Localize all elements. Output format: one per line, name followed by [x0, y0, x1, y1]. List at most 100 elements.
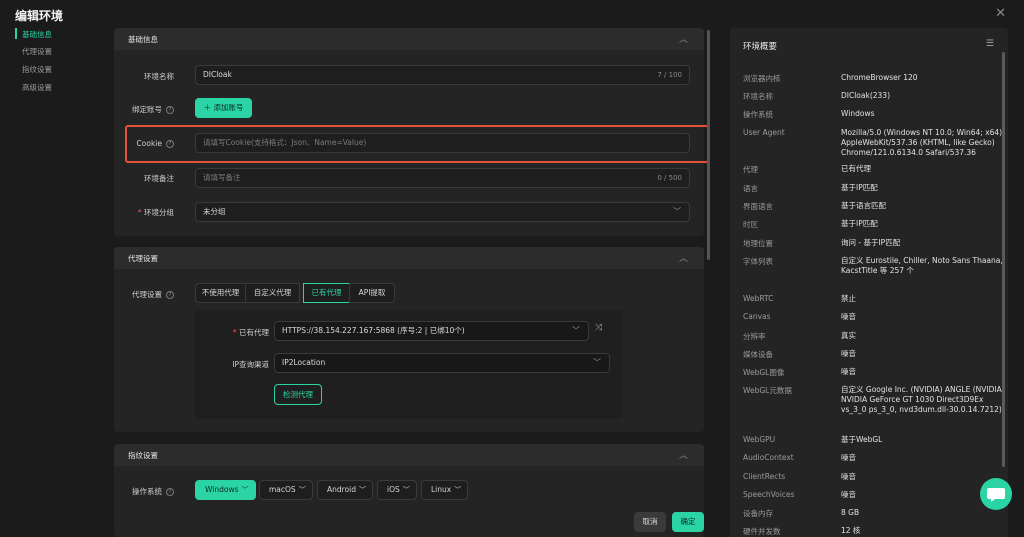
summary-key: AudioContext	[743, 453, 794, 462]
tab-existing-proxy[interactable]: 已有代理	[303, 283, 350, 303]
environment-summary-panel: 环境概要 ☰ 浏览器内核 ChromeBrowser 120 环境名称 DICloak…	[730, 28, 1008, 537]
summary-value: 噪音	[841, 312, 856, 321]
summary-value: 基于IP匹配	[841, 219, 878, 228]
env-name-input[interactable]: DICloak 7 / 100	[195, 65, 690, 85]
chevron-down-icon: ﹀	[572, 326, 580, 335]
summary-key: 语言	[743, 184, 758, 193]
cookie-input[interactable]: 请填写Cookie(支持格式：Json、Name=Value)	[195, 133, 690, 153]
chevron-down-icon: ﹀	[241, 486, 249, 494]
chevron-down-icon: ﹀	[298, 486, 306, 494]
summary-value: 真实	[841, 331, 856, 340]
sidenav-item-fingerprint[interactable]: 指纹设置	[22, 64, 52, 75]
tab-api-extract[interactable]: API提取	[349, 283, 395, 303]
summary-value: 噪音	[841, 367, 856, 376]
summary-value: 基于IP匹配	[841, 183, 878, 192]
group-label-text: 环境分组	[144, 208, 174, 217]
check-proxy-button[interactable]: 检测代理	[274, 384, 322, 405]
chat-support-button[interactable]	[980, 478, 1012, 510]
summary-scrollbar[interactable]	[1002, 52, 1005, 467]
summary-key: ClientRects	[743, 472, 786, 481]
os-label-text: 操作系统	[132, 487, 162, 496]
fingerprint-header[interactable]: 指纹设置 ︿	[114, 444, 704, 466]
summary-key: WebGL图像	[743, 368, 785, 377]
proxy-header[interactable]: 代理设置 ︿	[114, 247, 704, 269]
chevron-down-icon: ﹀	[402, 486, 410, 494]
summary-key: 硬件并发数	[743, 527, 781, 536]
os-option-label: Android	[327, 485, 356, 494]
list-icon[interactable]: ☰	[986, 39, 994, 49]
summary-key: 代理	[743, 165, 758, 174]
proxy-title: 代理设置	[128, 254, 158, 263]
summary-value: 12 核	[841, 526, 861, 535]
shuffle-icon[interactable]: ⤨	[595, 323, 602, 333]
help-icon[interactable]: ?	[166, 488, 174, 496]
os-option-label: macOS	[269, 485, 296, 494]
os-options: Windows ﹀ macOS ﹀ Android ﹀ iOS ﹀ Linux ﹀	[195, 480, 475, 500]
summary-key: 分辨率	[743, 332, 766, 341]
summary-key: 地理位置	[743, 239, 773, 248]
help-icon[interactable]: ?	[166, 291, 174, 299]
cookie-label: Cookie?	[104, 139, 174, 148]
basic-info-section: 基础信息 ︿ 环境名称 DICloak 7 / 100 绑定账号? ＋ 添加账号…	[114, 28, 709, 236]
add-account-button[interactable]: ＋ 添加账号	[195, 98, 252, 118]
summary-value: Mozilla/5.0 (Windows NT 10.0; Win64; x64…	[841, 128, 1003, 157]
summary-key: WebGPU	[743, 435, 776, 444]
os-option-ios[interactable]: iOS ﹀	[377, 480, 417, 500]
summary-value: 自定义 Eurostile, Chiller, Noto Sans Thaana…	[841, 256, 1003, 275]
help-icon[interactable]: ?	[166, 140, 174, 148]
summary-key: 字体列表	[743, 257, 773, 266]
ip-channel-label: IP查询渠道	[232, 360, 269, 369]
cookie-placeholder: 请填写Cookie(支持格式：Json、Name=Value)	[203, 138, 367, 147]
close-icon[interactable]: ✕	[995, 6, 1006, 21]
proxy-setting-label: 代理设置?	[104, 289, 174, 300]
basic-info-title: 基础信息	[128, 35, 158, 44]
tab-no-proxy[interactable]: 不使用代理	[195, 283, 246, 303]
os-option-android[interactable]: Android ﹀	[317, 480, 373, 500]
group-select[interactable]: 未分组 ﹀	[195, 202, 690, 222]
ip-channel-select[interactable]: IP2Location ﹀	[274, 353, 610, 373]
chevron-down-icon: ﹀	[673, 207, 681, 216]
summary-key: 操作系统	[743, 110, 773, 119]
os-option-windows[interactable]: Windows ﹀	[195, 480, 256, 500]
group-value: 未分组	[203, 207, 226, 216]
cancel-button[interactable]: 取消	[634, 512, 666, 532]
fingerprint-section: 指纹设置 ︿ 操作系统? Windows ﹀ macOS ﹀ Android ﹀ iO…	[114, 444, 704, 537]
summary-key: 界面语言	[743, 202, 773, 211]
summary-key: User Agent	[743, 128, 785, 137]
existing-proxy-select[interactable]: HTTPS://38.154.227.167:5868 (序号:2 | 已绑10…	[274, 321, 589, 341]
chevron-down-icon: ﹀	[359, 486, 366, 494]
fingerprint-title: 指纹设置	[128, 451, 158, 460]
help-icon[interactable]: ?	[166, 106, 174, 114]
tab-custom-proxy[interactable]: 自定义代理	[245, 283, 300, 303]
ip-channel-value: IP2Location	[282, 358, 326, 367]
summary-key: 媒体设备	[743, 350, 773, 359]
summary-value: 噪音	[841, 349, 856, 358]
sidenav-item-proxy[interactable]: 代理设置	[22, 46, 52, 57]
os-option-label: Windows	[205, 485, 239, 494]
bind-account-label: 绑定账号?	[104, 104, 174, 115]
remark-input[interactable]: 请填写备注 0 / 500	[195, 168, 690, 188]
group-label: * 环境分组	[137, 208, 174, 217]
summary-value: 基于WebGL	[841, 435, 883, 444]
chat-bubble-icon	[987, 488, 1005, 502]
dialog-title: 编辑环境	[15, 9, 64, 23]
os-label: 操作系统?	[104, 486, 174, 497]
form-scrollbar[interactable]	[707, 30, 710, 260]
chevron-up-icon[interactable]: ︿	[679, 251, 688, 264]
os-option-linux[interactable]: Linux ﹀	[421, 480, 468, 500]
basic-info-header[interactable]: 基础信息 ︿	[114, 28, 704, 50]
summary-key: Canvas	[743, 312, 771, 321]
proxy-section: 代理设置 ︿ 代理设置? 不使用代理 自定义代理 已有代理 API提取 * 已有…	[114, 247, 704, 432]
chevron-up-icon[interactable]: ︿	[679, 448, 688, 461]
sidenav-item-advanced[interactable]: 高级设置	[22, 82, 52, 93]
os-option-macos[interactable]: macOS ﹀	[259, 480, 313, 500]
proxy-detail-panel: * 已有代理 HTTPS://38.154.227.167:5868 (序号:2…	[195, 310, 623, 419]
confirm-button[interactable]: 确定	[672, 512, 704, 532]
summary-key: SpeechVoices	[743, 490, 795, 499]
summary-value: 已有代理	[841, 164, 871, 173]
sidenav-item-basic[interactable]: 基础信息	[22, 29, 52, 40]
chevron-up-icon[interactable]: ︿	[679, 32, 688, 45]
summary-value: 禁止	[841, 294, 856, 303]
summary-value: Windows	[841, 109, 875, 118]
summary-key: WebGL元数据	[743, 386, 792, 395]
